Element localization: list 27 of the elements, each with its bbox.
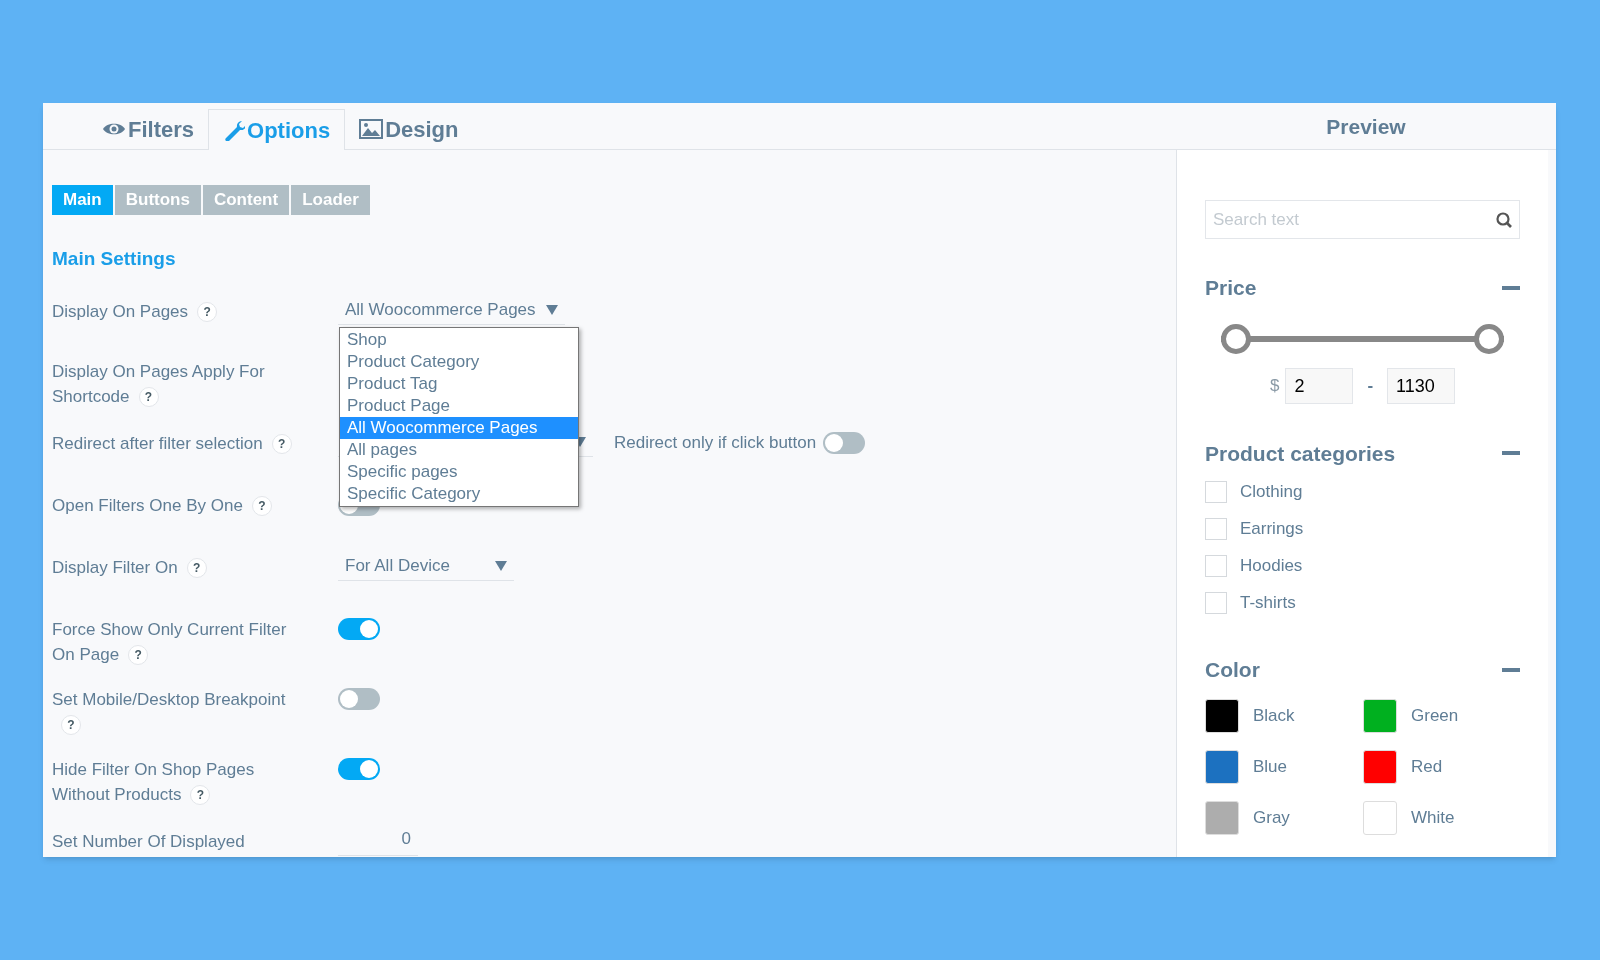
filter-heading: Color [1205, 657, 1260, 683]
category-label: T-shirts [1240, 592, 1296, 615]
color-label: Red [1411, 755, 1443, 778]
color-label: Blue [1253, 755, 1288, 778]
currency-sign: $ [1269, 374, 1280, 397]
setting-label: Set Mobile/Desktop Breakpoint ? [52, 686, 302, 737]
filter-heading: Product categories [1205, 440, 1396, 467]
category-label: Hoodies [1240, 555, 1303, 578]
color-label: Gray [1253, 806, 1290, 829]
setting-label: Display Filter On ? [52, 554, 302, 580]
setting-label: Force Show Only Current Filter On Page ? [52, 618, 288, 667]
filter-heading: Price [1205, 275, 1257, 301]
preview-title: Preview [1326, 114, 1406, 141]
setting-label: Display On Pages ? [52, 298, 302, 324]
setting-label: Display On Pages Apply For Shortcode ? [52, 360, 266, 409]
setting-label: Open Filters One By One ? [52, 492, 302, 518]
category-label: Earrings [1240, 518, 1304, 541]
category-label: Clothing [1240, 481, 1303, 504]
setting-label: Set Number Of Displayed [52, 830, 246, 853]
setting-label: Hide Filter On Shop Pages Without Products ? [52, 758, 256, 807]
color-label: Black [1253, 704, 1295, 727]
section-heading: Main Settings [52, 247, 177, 271]
toggle-label: Redirect only if click button [614, 432, 817, 455]
range-separator: - [1366, 374, 1375, 397]
setting-label: Redirect after filter selection ? [52, 430, 302, 456]
color-label: Green [1411, 704, 1459, 727]
color-label: White [1411, 806, 1455, 829]
